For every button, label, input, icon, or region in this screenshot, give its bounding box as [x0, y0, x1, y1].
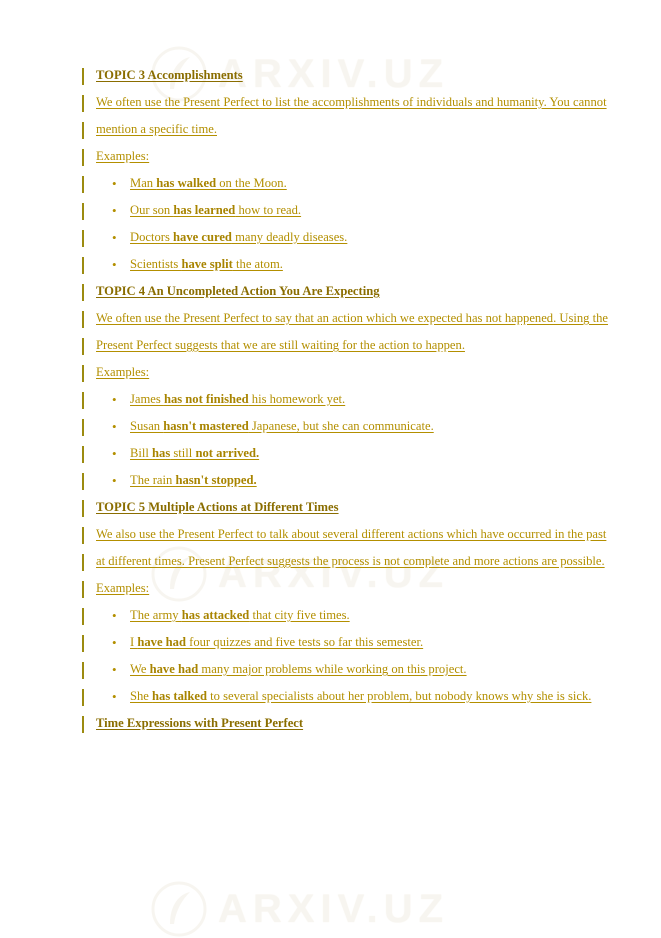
list-item-text: Susan hasn't mastered Japanese, but she …: [130, 419, 434, 433]
topic5-body: We also use the Present Perfect to talk …: [96, 527, 607, 568]
doc-block: Man has walked on the Moon. Our son has l…: [0, 170, 661, 278]
doc-block: Examples:: [0, 575, 661, 602]
topic5-examples-label: Examples:: [96, 581, 150, 595]
change-bar: [82, 230, 84, 247]
change-bar: [82, 122, 84, 139]
doc-block: TOPIC 3 Accomplishments: [0, 62, 661, 89]
list-item: We have had many major problems while wo…: [96, 656, 613, 683]
doc-block: Examples:: [0, 359, 661, 386]
change-bar: [82, 554, 84, 571]
list-item-text: The army has attacked that city five tim…: [130, 608, 350, 622]
change-bar: [82, 608, 84, 625]
change-bar: [82, 500, 84, 517]
change-bar: [82, 68, 84, 85]
change-bar: [82, 311, 84, 328]
topic4-examples: James has not finished his homework yet.…: [96, 386, 613, 494]
change-bar: [82, 365, 84, 382]
doc-block: We often use the Present Perfect to list…: [0, 89, 661, 143]
list-item-text: Our son has learned how to read.: [130, 203, 302, 217]
list-item: Susan hasn't mastered Japanese, but she …: [96, 413, 613, 440]
change-bar: [82, 338, 84, 355]
topic5-heading: TOPIC 5 Multiple Actions at Different Ti…: [96, 500, 339, 514]
change-bar: [82, 689, 84, 706]
change-bar: [82, 95, 84, 112]
time-expressions-heading: Time Expressions with Present Perfect: [96, 716, 304, 730]
list-item: Scientists have split the atom.: [96, 251, 613, 278]
change-bar: [82, 446, 84, 463]
topic3-examples: Man has walked on the Moon. Our son has l…: [96, 170, 613, 278]
list-item-text: The rain hasn't stopped.: [130, 473, 257, 487]
list-item-text: She has talked to several specialists ab…: [130, 689, 592, 703]
list-item-text: We have had many major problems while wo…: [130, 662, 467, 676]
list-item: The army has attacked that city five tim…: [96, 602, 613, 629]
doc-block: We often use the Present Perfect to say …: [0, 305, 661, 359]
change-bar: [82, 527, 84, 544]
list-item: I have had four quizzes and five tests s…: [96, 629, 613, 656]
list-item: Our son has learned how to read.: [96, 197, 613, 224]
doc-block: Examples:: [0, 143, 661, 170]
doc-block: Time Expressions with Present Perfect: [0, 710, 661, 737]
change-bar: [82, 176, 84, 193]
topic4-examples-label: Examples:: [96, 365, 150, 379]
change-bar: [82, 635, 84, 652]
doc-block: We also use the Present Perfect to talk …: [0, 521, 661, 575]
topic3-heading: TOPIC 3 Accomplishments: [96, 68, 243, 82]
doc-block: TOPIC 4 An Uncompleted Action You Are Ex…: [0, 278, 661, 305]
change-bar: [82, 419, 84, 436]
list-item-text: Scientists have split the atom.: [130, 257, 283, 271]
change-bar: [82, 716, 84, 733]
doc-block: TOPIC 5 Multiple Actions at Different Ti…: [0, 494, 661, 521]
change-bar: [82, 473, 84, 490]
change-bar: [82, 149, 84, 166]
doc-block: The army has attacked that city five tim…: [0, 602, 661, 710]
change-bar: [82, 203, 84, 220]
change-bar: [82, 257, 84, 274]
list-item: The rain hasn't stopped.: [96, 467, 613, 494]
topic4-heading: TOPIC 4 An Uncompleted Action You Are Ex…: [96, 284, 380, 298]
doc-block: James has not finished his homework yet.…: [0, 386, 661, 494]
list-item: James has not finished his homework yet.: [96, 386, 613, 413]
topic4-body: We often use the Present Perfect to say …: [96, 311, 609, 352]
list-item: She has talked to several specialists ab…: [96, 683, 613, 710]
list-item-text: Doctors have cured many deadly diseases.: [130, 230, 348, 244]
list-item-text: Bill has still not arrived.: [130, 446, 260, 460]
list-item: Man has walked on the Moon.: [96, 170, 613, 197]
topic3-examples-label: Examples:: [96, 149, 150, 163]
topic5-examples: The army has attacked that city five tim…: [96, 602, 613, 710]
change-bar: [82, 284, 84, 301]
change-bar: [82, 581, 84, 598]
list-item: Doctors have cured many deadly diseases.: [96, 224, 613, 251]
document-content: TOPIC 3 Accomplishments We often use the …: [0, 62, 661, 737]
list-item-text: I have had four quizzes and five tests s…: [130, 635, 424, 649]
topic3-body: We often use the Present Perfect to list…: [96, 95, 607, 136]
list-item: Bill has still not arrived.: [96, 440, 613, 467]
change-bar: [82, 392, 84, 409]
document-page: TOPIC 3 Accomplishments We often use the …: [0, 0, 661, 935]
list-item-text: James has not finished his homework yet.: [130, 392, 346, 406]
list-item-text: Man has walked on the Moon.: [130, 176, 287, 190]
change-bar: [82, 662, 84, 679]
